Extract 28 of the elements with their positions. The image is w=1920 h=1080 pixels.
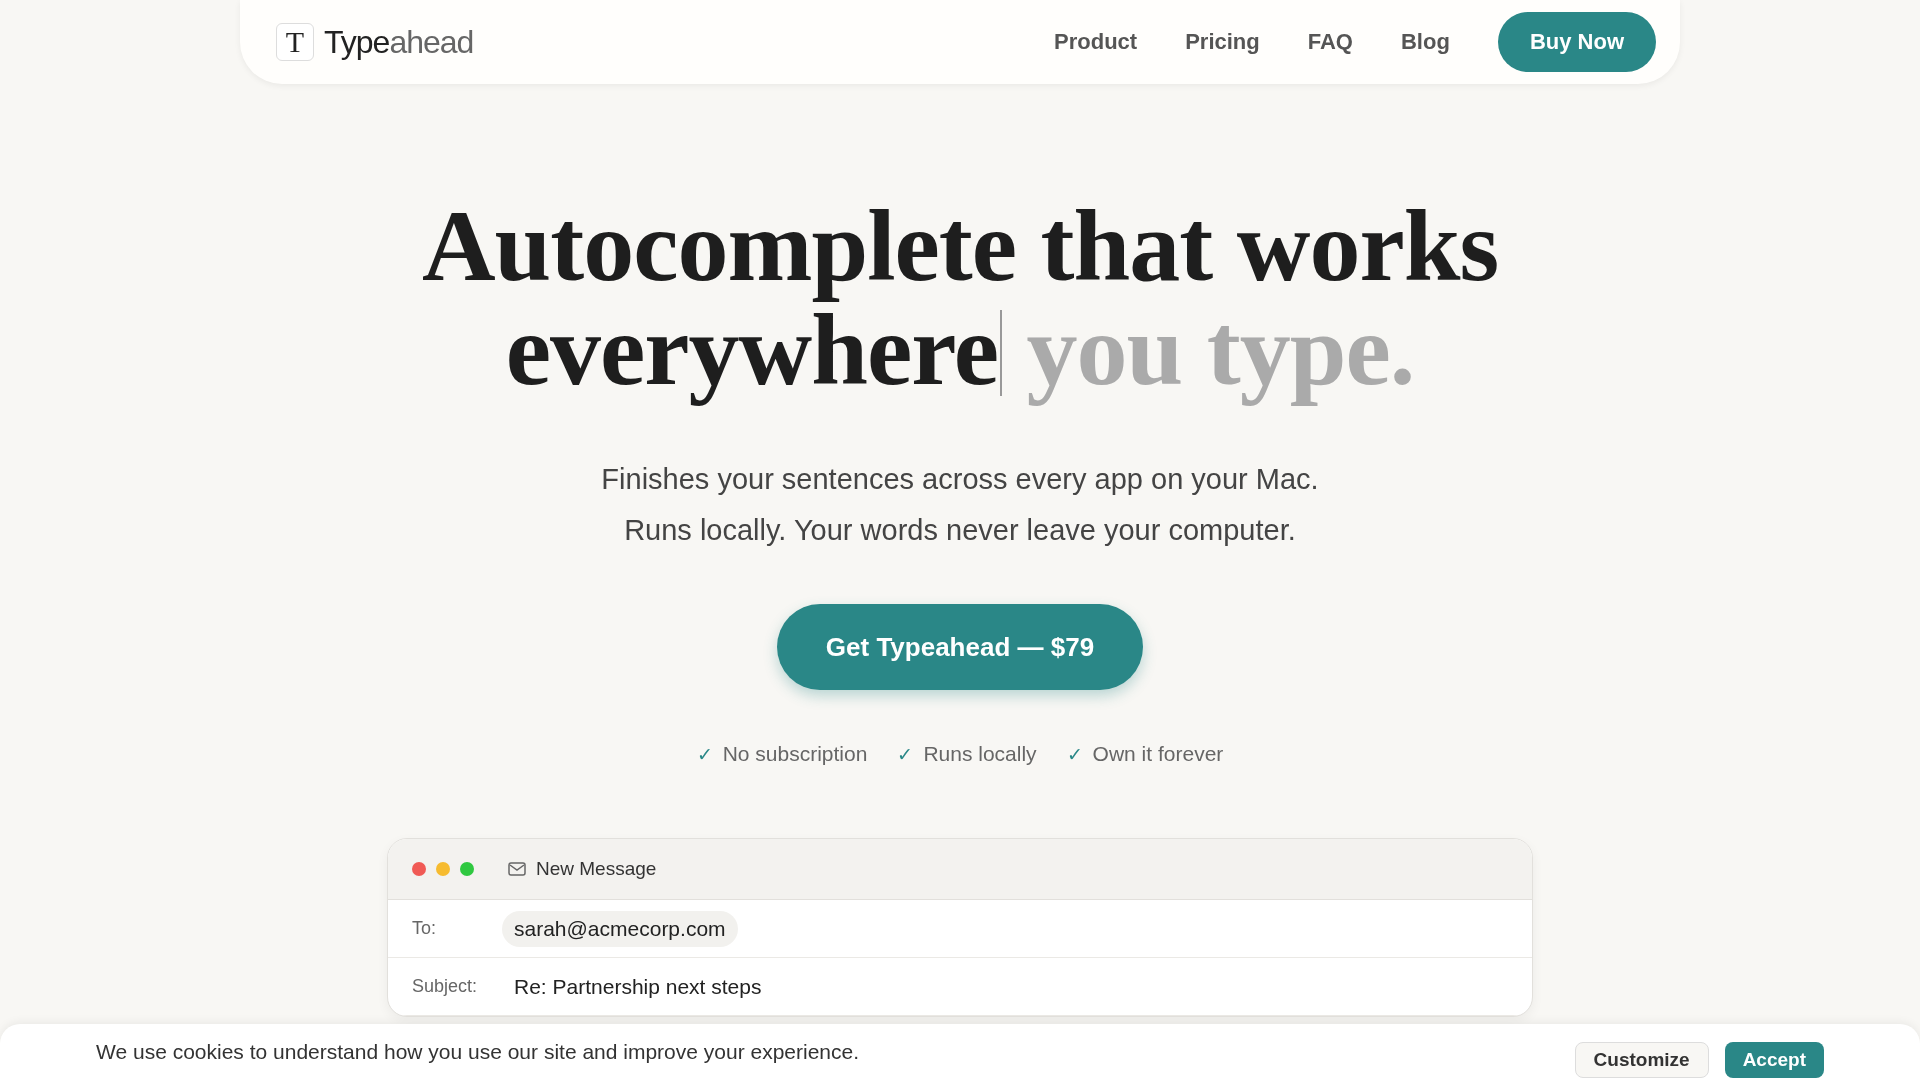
check-icon: ✓	[696, 742, 713, 766]
logo-icon[interactable]: T	[276, 23, 314, 61]
subtitle: Finishes your sentences across every app on your Mac.	[601, 462, 1319, 497]
field-label: Subject:	[412, 976, 479, 997]
close-dot[interactable]	[412, 862, 426, 876]
nav-link[interactable]: FAQ	[1307, 29, 1353, 55]
brand-name[interactable]: Typeahead	[324, 23, 474, 61]
nav-link[interactable]: Pricing	[1185, 29, 1260, 55]
cookie-text: We use cookies to understand how you use our site and improve your experience.	[96, 1040, 860, 1064]
window-title: New Message	[536, 858, 657, 880]
nav-link[interactable]: Blog	[1401, 29, 1450, 55]
field-label: To:	[412, 918, 437, 939]
check-icon: ✓	[1066, 742, 1083, 766]
benefit-text: No subscription	[722, 742, 868, 766]
benefit-text: Own it forever	[1092, 742, 1224, 766]
subtitle: Runs locally. Your words never leave your computer.	[624, 513, 1296, 548]
buy-now-button[interactable]: Buy Now	[1497, 12, 1656, 72]
check-icon: ✓	[897, 742, 914, 766]
accept-button[interactable]: Accept	[1724, 1042, 1824, 1078]
nav-link[interactable]: Product	[1054, 29, 1138, 55]
subject-field[interactable]: Re: Partnership next steps	[502, 974, 762, 999]
customize-button[interactable]: Customize	[1574, 1042, 1709, 1078]
envelope-icon	[508, 862, 526, 876]
get-typeahead-button[interactable]: Get Typeahead — $79	[777, 604, 1143, 690]
benefit-text: Runs locally	[923, 742, 1037, 766]
minimize-dot[interactable]	[436, 862, 450, 876]
recipient-chip[interactable]: sarah@acmecorp.com	[502, 910, 738, 947]
maximize-dot[interactable]	[460, 862, 474, 876]
